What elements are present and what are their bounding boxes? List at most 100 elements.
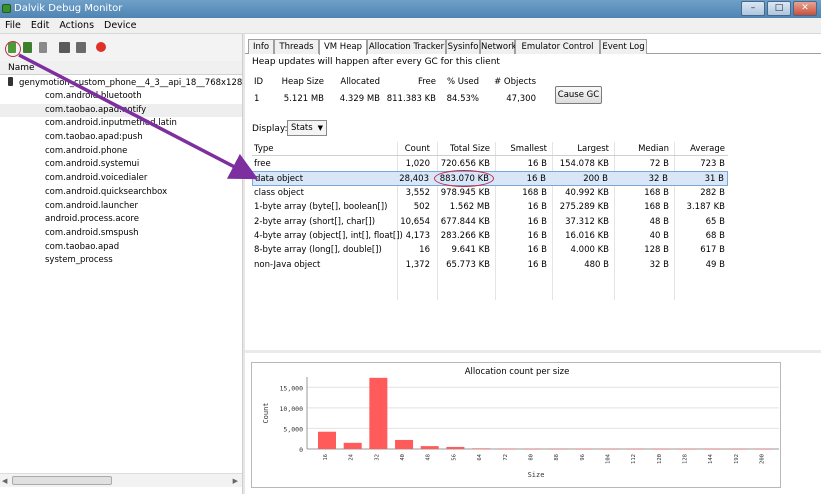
table-row[interactable]: 2-byte array (short[], char[]) 10,654 677.…	[252, 215, 728, 229]
table-cell: 978.945 KB	[440, 187, 490, 198]
x-tick-label: 56	[451, 454, 457, 461]
table-cell: 16 B	[527, 245, 547, 256]
client-item[interactable]: com.android.bluetooth	[0, 90, 242, 104]
table-cell: 16 B	[527, 259, 547, 270]
title-bar: Dalvik Debug Monitor – □ ✕	[0, 0, 821, 18]
tab-emulator-control[interactable]: Emulator Control	[515, 39, 600, 54]
table-row[interactable]: free 1,020 720.656 KB 16 B 154.078 KB 72 B 723…	[252, 157, 728, 171]
table-cell: 4.000 KB	[570, 245, 609, 256]
table-cell: 275.289 KB	[559, 202, 609, 213]
cause-gc-button[interactable]: Cause GC	[555, 86, 602, 104]
chart-bar	[369, 377, 388, 449]
client-item[interactable]: android.process.acore	[0, 213, 242, 227]
name-column-header[interactable]: Name	[0, 61, 242, 75]
chart-bar	[651, 448, 670, 450]
column-header[interactable]: Average	[690, 142, 725, 156]
column-header[interactable]: Count	[405, 142, 430, 156]
table-row[interactable]: class object 3,552 978.945 KB 168 B 40.992 K…	[252, 186, 728, 200]
ddms-window: Dalvik Debug Monitor – □ ✕ File Edit Actio…	[0, 0, 821, 494]
tab-bar: Info Threads VM Heap Allocation Tracker Sysi…	[245, 39, 821, 55]
table-cell: 72 B	[649, 159, 669, 169]
client-item[interactable]: com.android.voicedialer	[0, 172, 242, 186]
table-cell: 48 B	[649, 216, 669, 227]
column-header[interactable]: Type	[254, 142, 274, 156]
client-item[interactable]: com.taobao.apad:push	[0, 131, 242, 145]
scroll-right-icon[interactable]: ▶	[233, 477, 238, 485]
table-cell: 480 B	[584, 259, 609, 270]
client-item[interactable]: com.android.inputmethod.latin	[0, 117, 242, 131]
window-controls: – □ ✕	[741, 1, 817, 16]
table-cell: 168 B	[522, 187, 547, 198]
device-row[interactable]: genymotion_custom_phone__4_3__api_18__76…	[8, 77, 242, 90]
minimize-icon[interactable]: –	[741, 1, 765, 16]
table-row[interactable]: 8-byte array (long[], double[]) 16 9.641 K…	[252, 243, 728, 257]
column-header[interactable]: Largest	[577, 142, 609, 156]
scroll-left-icon[interactable]: ◀	[2, 477, 7, 485]
menu-device[interactable]: Device	[99, 18, 142, 34]
y-tick-label: 0	[299, 446, 303, 454]
column-header[interactable]: Smallest	[510, 142, 547, 156]
client-item[interactable]: com.android.quicksearchbox	[0, 186, 242, 200]
tab-network[interactable]: Network	[480, 39, 517, 54]
menu-actions[interactable]: Actions	[54, 18, 99, 34]
table-cell: 10,654	[400, 216, 430, 227]
cause-gc-icon[interactable]	[56, 39, 72, 55]
menu-edit[interactable]: Edit	[26, 18, 54, 34]
x-tick-label: 88	[554, 454, 560, 461]
column-header[interactable]: Total Size	[450, 142, 490, 156]
highlight-circle	[5, 41, 21, 57]
table-cell: 1,372	[405, 259, 430, 270]
x-tick-label: 24	[349, 453, 355, 460]
x-tick-label: 48	[426, 454, 432, 461]
table-cell: 16 B	[526, 174, 546, 185]
horizontal-scrollbar[interactable]: ◀ ▶	[0, 473, 242, 487]
table-row[interactable]: 1-byte array (byte[], boolean[]) 502 1.562…	[252, 200, 728, 214]
display-select[interactable]: Stats ▼	[287, 120, 327, 136]
chart-bar	[472, 448, 491, 449]
update-threads-icon[interactable]	[19, 39, 35, 55]
dump-hprof-icon[interactable]	[35, 39, 51, 55]
heap-summary-header: ID Heap Size Allocated Free % Used # Objects	[252, 75, 542, 90]
table-row[interactable]: 4-byte array (object[], int[], float[]) 4…	[252, 229, 728, 243]
tab-vm-heap[interactable]: VM Heap	[319, 39, 367, 55]
summary-header: Allocated	[340, 77, 380, 87]
scroll-thumb[interactable]	[12, 476, 112, 485]
x-axis-label: Size	[528, 471, 545, 479]
client-item[interactable]: com.taobao.apad:notify	[0, 103, 242, 118]
method-profiling-icon[interactable]	[73, 39, 89, 55]
table-cell: 9.641 KB	[451, 245, 490, 256]
client-item[interactable]: com.android.launcher	[0, 200, 242, 214]
client-item[interactable]: com.android.systemui	[0, 158, 242, 172]
table-cell: 32 B	[648, 174, 668, 185]
y-tick-label: 15,000	[280, 384, 304, 392]
chart-splitter[interactable]	[245, 350, 821, 353]
chart-bar	[703, 448, 722, 450]
chart-bar	[677, 448, 696, 450]
client-item[interactable]: com.taobao.apad	[0, 241, 242, 255]
client-item[interactable]: com.android.smspush	[0, 227, 242, 241]
table-cell: 65 B	[705, 216, 725, 227]
tab-allocation-tracker[interactable]: Allocation Tracker	[367, 39, 446, 54]
table-row[interactable]: non-Java object 1,372 65.773 KB 16 B 480 B 32…	[252, 258, 728, 272]
maximize-icon[interactable]: □	[767, 1, 791, 16]
close-icon[interactable]: ✕	[793, 1, 817, 16]
chart-bar	[549, 448, 568, 450]
y-tick-label: 10,000	[280, 405, 304, 413]
tab-threads[interactable]: Threads	[274, 39, 319, 54]
table-cell: 40 B	[649, 231, 669, 241]
table-cell: 282 B	[700, 187, 725, 198]
menu-file[interactable]: File	[0, 18, 26, 34]
stop-process-icon[interactable]	[93, 39, 109, 55]
tab-info[interactable]: Info	[248, 39, 274, 54]
x-tick-label: 200	[760, 454, 766, 464]
client-item[interactable]: system_process	[0, 254, 242, 268]
window-title: Dalvik Debug Monitor	[14, 3, 123, 14]
table-cell: data object	[255, 174, 304, 185]
client-item[interactable]: com.android.phone	[0, 145, 242, 159]
chart-bar	[574, 448, 593, 450]
table-cell: 168 B	[644, 187, 669, 198]
heap-note: Heap updates will happen after every GC …	[252, 57, 500, 67]
tab-sysinfo[interactable]: Sysinfo	[446, 39, 480, 54]
tab-event-log[interactable]: Event Log	[600, 39, 647, 54]
column-header[interactable]: Median	[638, 142, 669, 156]
